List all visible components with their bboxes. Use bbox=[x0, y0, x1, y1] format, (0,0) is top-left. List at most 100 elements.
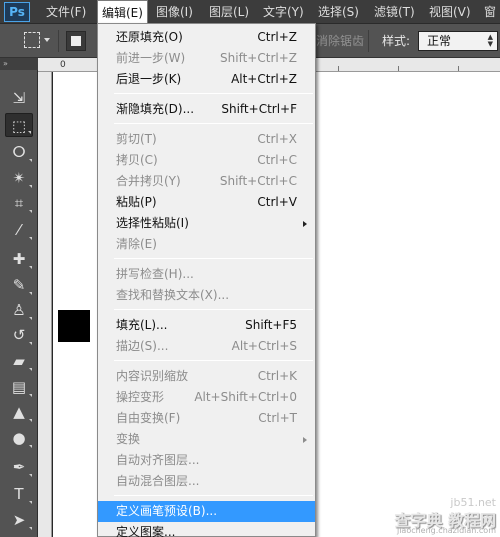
menu-item-label: 后退一步(K) bbox=[116, 72, 182, 86]
menu-item-label: 清除(E) bbox=[116, 237, 157, 251]
black-square-shape bbox=[58, 310, 90, 342]
pen-icon[interactable]: ✒ bbox=[5, 455, 33, 479]
menu-item: 合并拷贝(Y) Shift+Ctrl+C bbox=[98, 171, 315, 192]
menu-item[interactable]: 定义图案... bbox=[98, 522, 315, 537]
menu-item-shortcut: Alt+Shift+Ctrl+0 bbox=[194, 390, 297, 404]
menu-item-shortcut: Shift+F5 bbox=[245, 318, 297, 332]
menu-item-label: 变换 bbox=[116, 432, 141, 446]
menu-item: 操控变形 Alt+Shift+Ctrl+0 bbox=[98, 387, 315, 408]
menu-item: 拷贝(C) Ctrl+C bbox=[98, 150, 315, 171]
menu-item-shortcut: Alt+Ctrl+S bbox=[231, 339, 297, 353]
clone-stamp-icon[interactable]: ♙ bbox=[5, 298, 33, 322]
marquee-preset-icon[interactable] bbox=[24, 32, 40, 48]
menu-item-label: 粘贴(P) bbox=[116, 195, 157, 209]
menu-item-label: 内容识别缩放 bbox=[116, 369, 189, 383]
menu-filter[interactable]: 滤镜(T) bbox=[370, 0, 419, 24]
menu-item-shortcut: Ctrl+T bbox=[258, 411, 297, 425]
move-icon[interactable]: ⇲ bbox=[5, 86, 33, 110]
menu-item-label: 定义图案... bbox=[116, 525, 176, 537]
menu-image[interactable]: 图像(I) bbox=[152, 0, 197, 24]
menu-item-shortcut: Alt+Ctrl+Z bbox=[231, 72, 297, 86]
lasso-icon[interactable]: ⵔ bbox=[5, 140, 33, 164]
ruler-zero-label: 0 bbox=[60, 60, 66, 70]
menu-separator bbox=[114, 495, 313, 496]
divider bbox=[368, 30, 369, 52]
menu-item: 前进一步(W) Shift+Ctrl+Z bbox=[98, 48, 315, 69]
menu-window[interactable]: 窗 bbox=[480, 0, 500, 24]
submenu-arrow-icon bbox=[303, 221, 307, 227]
menu-separator bbox=[114, 93, 313, 94]
rect-marquee-icon[interactable]: ⬚ bbox=[5, 113, 33, 137]
menu-item-shortcut: Ctrl+Z bbox=[257, 30, 297, 44]
menu-item-label: 合并拷贝(Y) bbox=[116, 174, 181, 188]
style-select[interactable]: 正常 ▲ ▼ bbox=[418, 31, 498, 51]
menu-item-label: 拼写检查(H)... bbox=[116, 267, 194, 281]
menu-item: 剪切(T) Ctrl+X bbox=[98, 129, 315, 150]
menu-item-label: 描边(S)... bbox=[116, 339, 169, 353]
menu-item-label: 拷贝(C) bbox=[116, 153, 158, 167]
menu-item: 查找和替换文本(X)... bbox=[98, 285, 315, 306]
eyedropper-icon[interactable]: ⁄ bbox=[5, 218, 33, 242]
vertical-ruler[interactable] bbox=[38, 72, 52, 537]
menu-item-label: 操控变形 bbox=[116, 390, 165, 404]
menu-item-label: 自由变换(F) bbox=[116, 411, 181, 425]
menu-item-label: 查找和替换文本(X)... bbox=[116, 288, 230, 302]
crop-icon[interactable]: ⌗ bbox=[5, 191, 33, 215]
gradient-icon[interactable]: ▤ bbox=[5, 375, 33, 399]
toolbox-collapse-handle[interactable]: » bbox=[0, 58, 38, 70]
menu-item[interactable]: 填充(L)... Shift+F5 bbox=[98, 315, 315, 336]
menu-item[interactable]: 选择性粘贴(I) bbox=[98, 213, 315, 234]
menu-item-shortcut: Ctrl+V bbox=[257, 195, 297, 209]
style-label: 样式: bbox=[382, 34, 411, 48]
edit-dropdown-menu: 还原填充(O) Ctrl+Z 前进一步(W) Shift+Ctrl+Z 后退一步(K) A… bbox=[97, 23, 316, 537]
menu-edit[interactable]: 编辑(E) bbox=[97, 0, 148, 24]
select-arrows-icon: ▲ ▼ bbox=[487, 33, 493, 48]
eraser-icon[interactable]: ▰ bbox=[5, 349, 33, 373]
menu-item: 自动对齐图层... bbox=[98, 450, 315, 471]
menu-item: 拼写检查(H)... bbox=[98, 264, 315, 285]
menu-separator bbox=[114, 258, 313, 259]
menu-separator bbox=[114, 309, 313, 310]
path-selection-icon[interactable]: ➤ bbox=[5, 508, 33, 532]
menu-select[interactable]: 选择(S) bbox=[314, 0, 363, 24]
app-logo: Ps bbox=[4, 2, 30, 22]
menu-bar: Ps 文件(F) 编辑(E) 图像(I) 图层(L) 文字(Y) 选择(S) 滤… bbox=[0, 0, 500, 24]
menu-separator bbox=[114, 123, 313, 124]
menu-item-shortcut: Shift+Ctrl+F bbox=[221, 102, 297, 116]
menu-item[interactable]: 定义画笔预设(B)... bbox=[98, 501, 315, 522]
menu-item-label: 定义画笔预设(B)... bbox=[116, 504, 218, 518]
menu-item[interactable]: 还原填充(O) Ctrl+Z bbox=[98, 27, 315, 48]
history-brush-icon[interactable]: ↺ bbox=[5, 323, 33, 347]
menu-file[interactable]: 文件(F) bbox=[42, 0, 90, 24]
divider bbox=[58, 30, 59, 52]
blur-icon[interactable]: ▲ bbox=[5, 400, 33, 424]
magic-wand-icon[interactable]: ✴ bbox=[5, 166, 33, 190]
chevron-down-icon[interactable] bbox=[44, 38, 50, 42]
watermark: jb51.net 查字典 教程网 jiaocheng.chazidian.com bbox=[360, 496, 500, 537]
menu-layer[interactable]: 图层(L) bbox=[205, 0, 253, 24]
menu-item-label: 选择性粘贴(I) bbox=[116, 216, 189, 230]
menu-item-shortcut: Ctrl+K bbox=[257, 369, 297, 383]
menu-item[interactable]: 粘贴(P) Ctrl+V bbox=[98, 192, 315, 213]
menu-separator bbox=[114, 360, 313, 361]
menu-item: 描边(S)... Alt+Ctrl+S bbox=[98, 336, 315, 357]
menu-item-shortcut: Shift+Ctrl+Z bbox=[220, 51, 297, 65]
menu-item: 自动混合图层... bbox=[98, 471, 315, 492]
healing-brush-icon[interactable]: ✚ bbox=[5, 247, 33, 271]
menu-item-label: 渐隐填充(D)... bbox=[116, 102, 195, 116]
antialias-checkbox-label[interactable]: 消除锯齿 bbox=[316, 24, 364, 58]
menu-item: 内容识别缩放 Ctrl+K bbox=[98, 366, 315, 387]
menu-item-label: 填充(L)... bbox=[116, 318, 168, 332]
menu-item[interactable]: 渐隐填充(D)... Shift+Ctrl+F bbox=[98, 99, 315, 120]
new-selection-button[interactable] bbox=[66, 31, 86, 51]
menu-type[interactable]: 文字(Y) bbox=[259, 0, 308, 24]
brush-icon[interactable]: ✎ bbox=[5, 273, 33, 297]
type-icon[interactable]: T bbox=[5, 482, 33, 506]
dodge-icon[interactable]: ● bbox=[5, 426, 33, 450]
menu-item[interactable]: 后退一步(K) Alt+Ctrl+Z bbox=[98, 69, 315, 90]
menu-item-shortcut: Ctrl+X bbox=[257, 132, 297, 146]
watermark-url: jiaocheng.chazidian.com bbox=[396, 526, 496, 535]
menu-view[interactable]: 视图(V) bbox=[425, 0, 475, 24]
toolbox: » ⇲ ⬚ ⵔ ✴ ⌗ ⁄ ✚ ✎ ♙ ↺ ▰ ▤ ▲ ● ✒ T ➤ bbox=[0, 58, 38, 537]
style-select-value: 正常 bbox=[427, 34, 452, 48]
